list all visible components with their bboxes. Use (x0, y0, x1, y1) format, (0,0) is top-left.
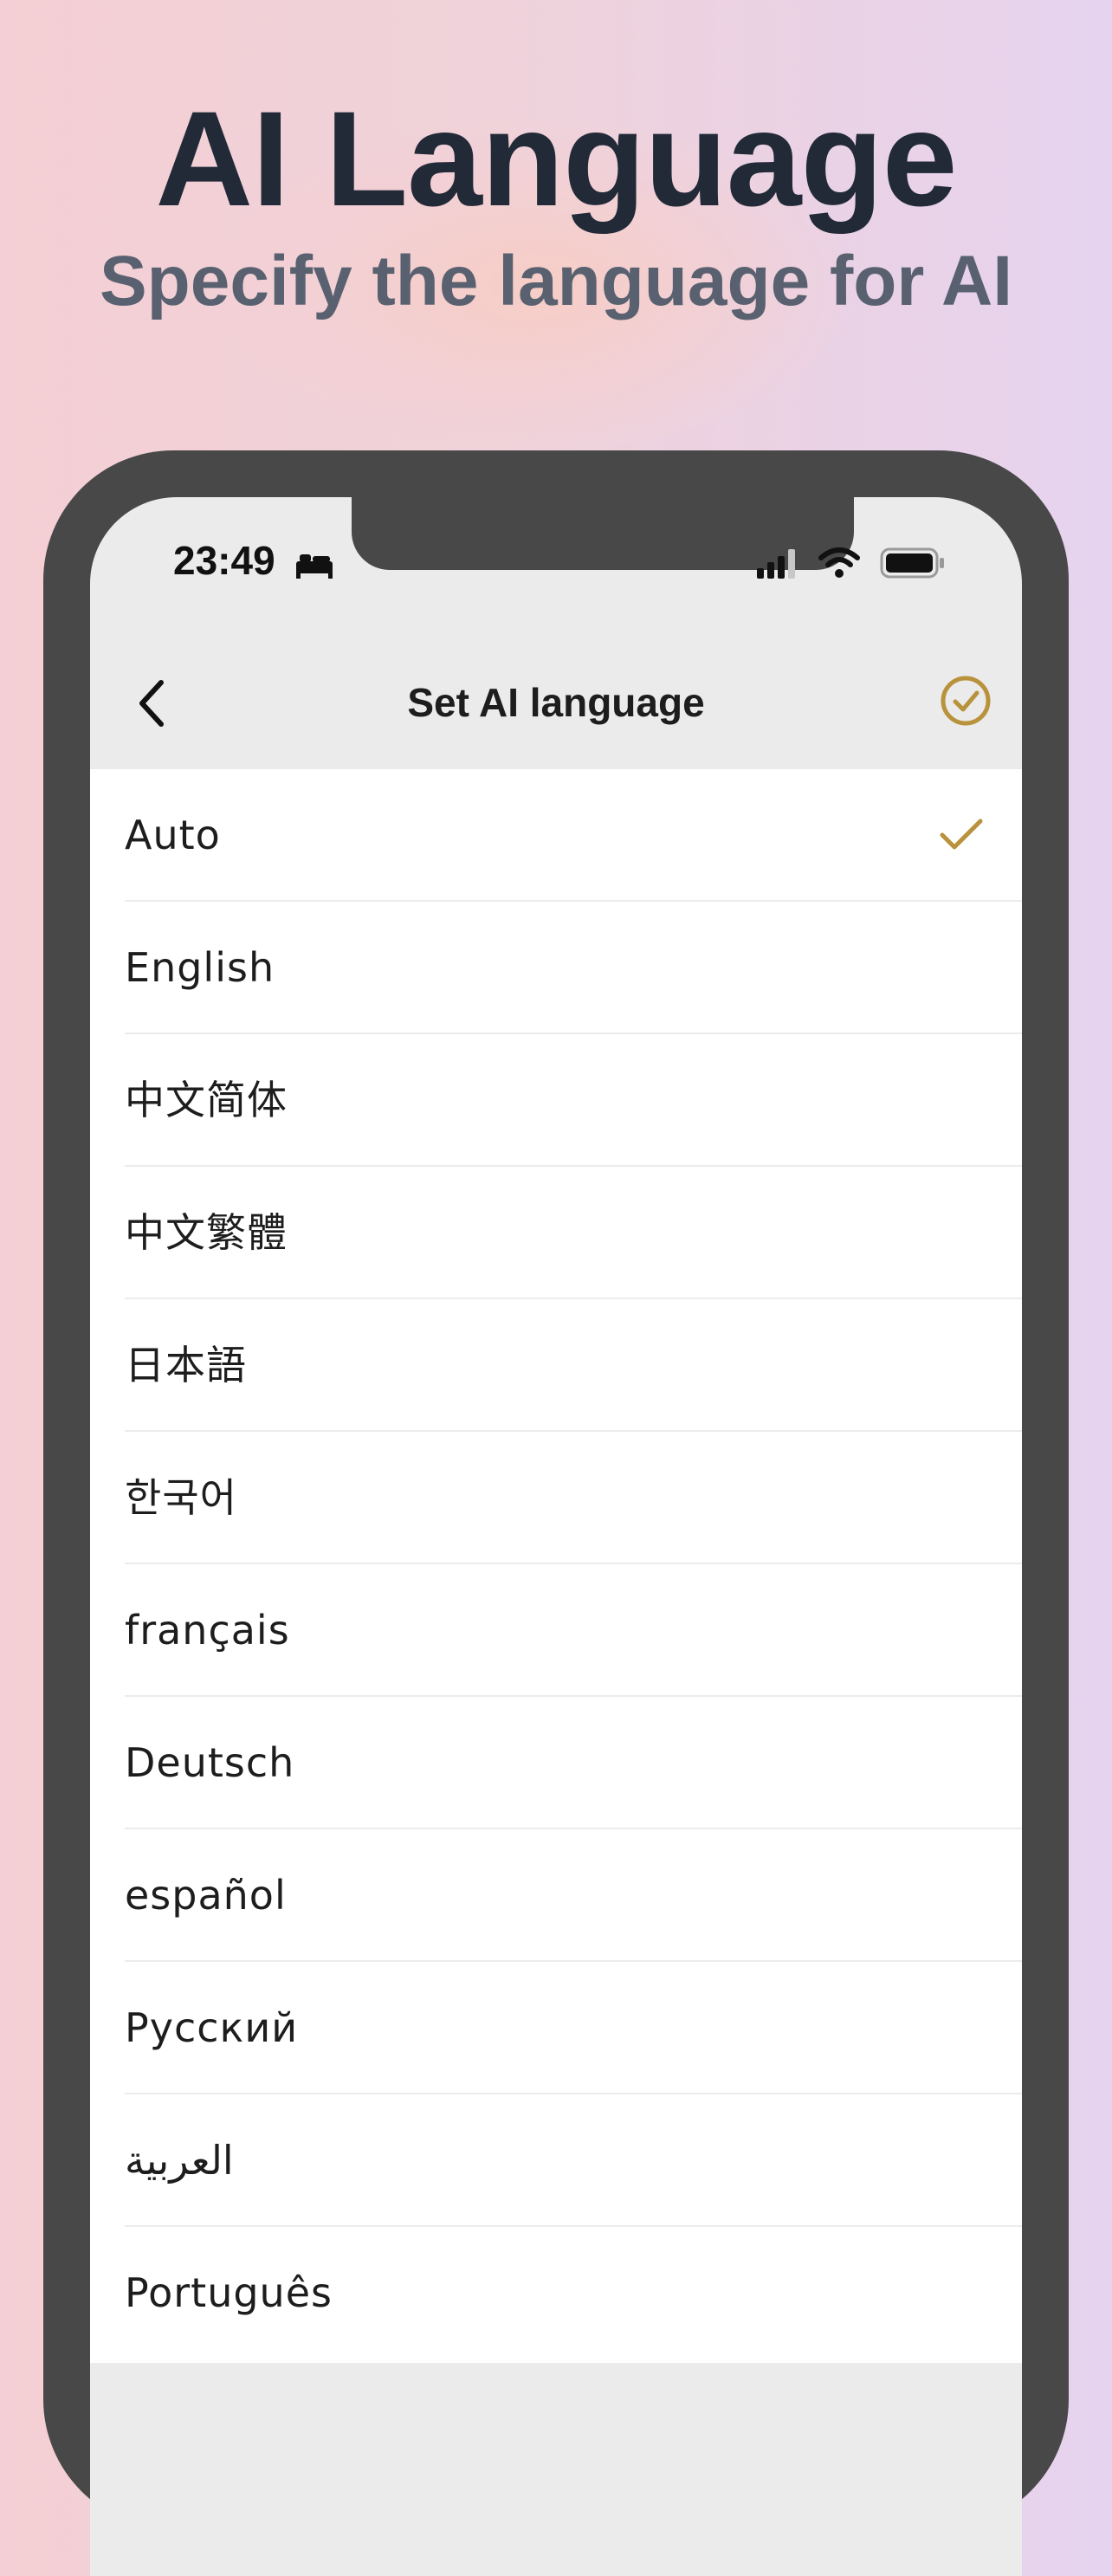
nav-title: Set AI language (407, 680, 705, 725)
language-label: Deutsch (125, 1739, 295, 1786)
language-row-english[interactable]: English (90, 902, 1022, 1034)
language-label: Auto (125, 812, 221, 858)
language-row-chinese-simplified[interactable]: 中文简体 (90, 1034, 1022, 1167)
phone-screen: 23:49 Set AI language Auto English 中文简体 … (90, 497, 1022, 2576)
phone-frame: 23:49 Set AI language Auto English 中文简体 … (43, 450, 1069, 2576)
wifi-icon (818, 547, 861, 583)
battery-icon (880, 547, 946, 583)
status-time: 23:49 (173, 538, 275, 583)
language-label: العربية (125, 2137, 234, 2184)
signal-icon (757, 549, 798, 583)
language-row-spanish[interactable]: español (90, 1829, 1022, 1962)
language-label: 中文繁體 (125, 1209, 288, 1256)
promo-subtitle: Specify the language for AI (99, 242, 1013, 320)
language-row-korean[interactable]: 한국어 (90, 1432, 1022, 1564)
promo-title: AI Language (155, 84, 957, 235)
bed-icon (294, 549, 334, 583)
language-label: español (125, 1872, 287, 1919)
language-label: français (125, 1607, 290, 1654)
language-row-chinese-traditional[interactable]: 中文繁體 (90, 1167, 1022, 1299)
language-row-portuguese[interactable]: Português (90, 2227, 1022, 2359)
language-row-japanese[interactable]: 日本語 (90, 1299, 1022, 1432)
confirm-check-circle-icon[interactable] (939, 674, 992, 732)
language-label: English (125, 944, 275, 991)
language-label: 中文简体 (125, 1077, 288, 1123)
language-label: Русский (125, 2004, 299, 2051)
language-row-arabic[interactable]: العربية (90, 2094, 1022, 2227)
language-label: 한국어 (125, 1474, 237, 1521)
language-label: Português (125, 2269, 333, 2316)
language-list: Auto English 中文简体 中文繁體 日本語 한국어 français … (90, 769, 1022, 2363)
selected-check-icon (939, 818, 984, 857)
language-row-german[interactable]: Deutsch (90, 1697, 1022, 1829)
language-row-auto[interactable]: Auto (90, 769, 1022, 902)
language-label: 日本語 (125, 1342, 247, 1388)
language-row-russian[interactable]: Русский (90, 1962, 1022, 2094)
language-row-french[interactable]: français (90, 1564, 1022, 1697)
